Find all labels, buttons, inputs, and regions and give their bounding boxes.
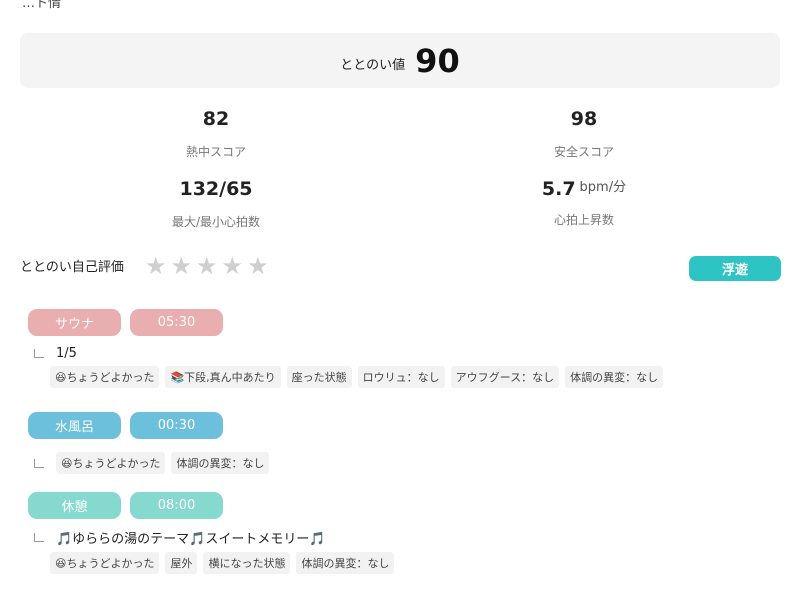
tree-corner-icon — [34, 533, 44, 542]
heat-score-label: 熱中スコア — [185, 145, 246, 159]
stat-safety-score: 98 安全スコア — [484, 108, 684, 160]
tag: 📚下段,真ん中あたり — [165, 366, 281, 388]
hr-rise-value: 5.7 — [541, 178, 576, 200]
hr-rise-unit: bpm/分 — [579, 180, 627, 195]
tag: 座った状態 — [286, 366, 352, 388]
session-tags: 😆ちょうどよかった 📚下段,真ん中あたり 座った状態 ロウリュ：なし アウフグー… — [50, 366, 768, 388]
session-tags: 😆ちょうどよかった 屋外 横になった状態 体調の異変：なし — [50, 552, 768, 574]
totonoi-value: 90 — [415, 41, 460, 80]
heart-rate-value: 132/65 — [179, 178, 253, 200]
tag: アウフグース：なし — [450, 366, 560, 388]
heart-rate-label: 最大/最小心拍数 — [171, 215, 261, 229]
tag: 屋外 — [165, 552, 198, 574]
tag: 体調の異変：なし — [171, 452, 270, 474]
totonoi-score-box: ととのい値 90 — [20, 33, 780, 88]
totonoi-label: ととのい値 — [340, 58, 406, 73]
session-note-line: 😆ちょうどよかった 体調の異変：なし — [28, 452, 768, 474]
safety-score-label: 安全スコア — [553, 145, 614, 159]
tree-corner-icon — [34, 458, 44, 468]
self-eval-label: ととのい自己評価 — [20, 260, 124, 275]
session-water-bath: 水風呂 00:30 😆ちょうどよかった 体調の異変：なし — [28, 412, 768, 474]
tag: 体調の異変：なし — [565, 366, 664, 388]
mood-badge: 浮遊 — [689, 256, 781, 281]
session-time-pill: 08:00 — [130, 492, 223, 519]
session-note-line: 1/5 — [28, 346, 768, 361]
star-icon[interactable]: ★ — [171, 254, 193, 278]
tag: ロウリュ：なし — [357, 366, 445, 388]
star-icon[interactable]: ★ — [145, 254, 167, 278]
safety-score-value: 98 — [570, 108, 598, 130]
tag: 😆ちょうどよかった — [50, 552, 160, 574]
stat-heat-score: 82 熱中スコア — [116, 108, 316, 160]
tag: 😆ちょうどよかった — [50, 366, 160, 388]
tag: 体調の異変：なし — [296, 552, 395, 574]
stat-hr-rise: 5.7 bpm/分 心拍上昇数 — [484, 176, 684, 228]
tree-corner-icon — [34, 349, 44, 358]
hr-rise-value-wrap: 5.7 bpm/分 — [484, 176, 684, 200]
session-note: 🎵ゆららの湯のテーマ🎵スイートメモリー🎵 — [56, 532, 326, 547]
session-type-pill: 休憩 — [28, 492, 121, 519]
heat-score-value: 82 — [202, 108, 230, 130]
star-icon[interactable]: ★ — [196, 254, 218, 278]
session-time-pill: 00:30 — [130, 412, 223, 439]
page-heading-cut: …ト情 — [22, 0, 62, 11]
tag: 横になった状態 — [203, 552, 291, 574]
tag: 😆ちょうどよかった — [56, 452, 166, 474]
star-rating[interactable]: ★ ★ ★ ★ ★ — [145, 254, 269, 278]
session-type-pill: 水風呂 — [28, 412, 121, 439]
session-rest: 休憩 08:00 🎵ゆららの湯のテーマ🎵スイートメモリー🎵 😆ちょうどよかった … — [28, 492, 768, 574]
session-time-pill: 05:30 — [130, 309, 223, 336]
session-note-line: 🎵ゆららの湯のテーマ🎵スイートメモリー🎵 — [28, 528, 768, 547]
session-note: 1/5 — [56, 346, 77, 361]
session-type-pill: サウナ — [28, 309, 121, 336]
session-tags: 😆ちょうどよかった 体調の異変：なし — [56, 452, 270, 474]
session-sauna: サウナ 05:30 1/5 😆ちょうどよかった 📚下段,真ん中あたり 座った状態… — [28, 309, 768, 388]
star-icon[interactable]: ★ — [247, 254, 269, 278]
stat-heart-rate: 132/65 最大/最小心拍数 — [116, 178, 316, 230]
hr-rise-label: 心拍上昇数 — [553, 213, 614, 227]
star-icon[interactable]: ★ — [222, 254, 244, 278]
